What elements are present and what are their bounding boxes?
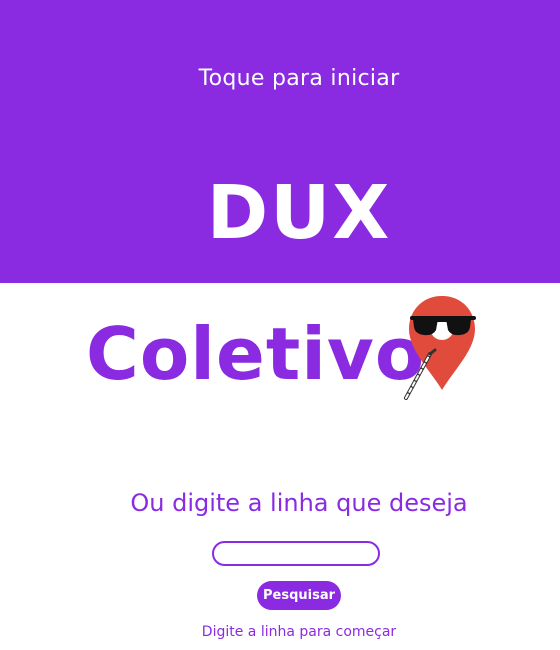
line-search-input[interactable]	[212, 541, 380, 566]
search-prompt: Ou digite a linha que deseja	[130, 489, 468, 517]
app-root: Toque para iniciar DUX Coletivo Ou digit…	[0, 0, 560, 650]
map-pin-sunglasses-cane-icon	[404, 296, 476, 400]
brand-name-coletivo: Coletivo	[86, 312, 426, 396]
search-button[interactable]: Pesquisar	[257, 581, 341, 610]
brand-name-dux: DUX	[206, 170, 392, 256]
start-tap-area[interactable]: Toque para iniciar DUX	[0, 0, 560, 283]
search-hint: Digite a linha para começar	[201, 624, 397, 640]
tap-to-start-label: Toque para iniciar	[198, 66, 400, 91]
